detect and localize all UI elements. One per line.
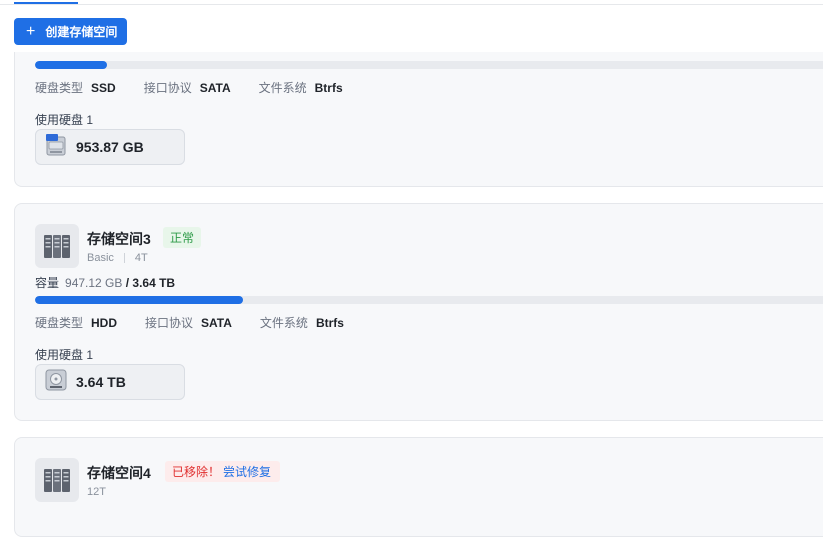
capacity-total: / 3.64 TB <box>125 276 176 290</box>
filesystem-value: Btrfs <box>315 315 344 330</box>
capacity-progress-fill <box>35 296 243 304</box>
protocol-key: 接口协议 <box>143 81 192 95</box>
capacity-text: 容量 947.12 GB / 3.64 TB <box>35 274 175 291</box>
used-disks-label: 使用硬盘 1 <box>35 113 94 127</box>
pool-mode: Basic <box>87 252 114 264</box>
disk-type-value: HDD <box>91 315 118 330</box>
pool-properties: 硬盘类型 HDD 接口协议 SATA 文件系统 Btrfs <box>35 314 372 331</box>
disk-size: 953.87 GB <box>76 139 144 155</box>
pool-size-tag: 12T <box>87 486 106 498</box>
ssd-icon <box>45 133 67 162</box>
disk-type-key: 硬盘类型 <box>35 81 84 95</box>
disk-size: 3.64 TB <box>76 374 126 390</box>
used-disks-label: 使用硬盘 1 <box>35 348 94 362</box>
storage-pool-card: 存储空间4 已移除！ 尝试修复 12T <box>14 437 823 537</box>
protocol-value: SATA <box>201 315 232 330</box>
active-tab-indicator <box>14 2 78 4</box>
top-tab-bar <box>0 0 823 5</box>
storage-pool-icon <box>35 224 79 268</box>
pool-name: 存储空间4 <box>87 465 151 481</box>
storage-pool-card: 硬盘类型 SSD 接口协议 SATA 文件系统 Btrfs 使用硬盘 1 953… <box>14 52 823 187</box>
capacity-label: 容量 <box>35 276 60 290</box>
disk-type-value: SSD <box>91 80 116 95</box>
plus-icon: + <box>26 22 36 40</box>
pool-name: 存储空间3 <box>87 231 151 247</box>
filesystem-key: 文件系统 <box>259 316 308 330</box>
capacity-used: 947.12 GB <box>65 276 123 290</box>
disk-chip[interactable]: 953.87 GB <box>35 129 185 165</box>
pool-properties: 硬盘类型 SSD 接口协议 SATA 文件系统 Btrfs <box>35 79 371 96</box>
pool-size-tag: 4T <box>134 252 148 264</box>
storage-pool-icon <box>35 458 79 502</box>
retry-repair-link[interactable]: 尝试修复 <box>223 463 271 480</box>
filesystem-key: 文件系统 <box>258 81 307 95</box>
protocol-value: SATA <box>199 80 231 95</box>
filesystem-value: Btrfs <box>314 80 343 95</box>
capacity-progress-bar <box>35 61 823 69</box>
disk-type-key: 硬盘类型 <box>35 316 84 330</box>
create-storage-pool-label: 创建存储空间 <box>45 25 118 39</box>
hdd-icon <box>45 369 67 396</box>
storage-pool-card: 存储空间3 正常 Basic 4T 容量 947.12 GB / 3.64 TB … <box>14 203 823 421</box>
status-badge: 正常 <box>163 227 202 248</box>
meta-divider <box>123 253 125 263</box>
create-storage-pool-button[interactable]: + 创建存储空间 <box>14 18 128 45</box>
capacity-progress-fill <box>35 61 107 69</box>
pool-meta: 12T <box>87 486 106 498</box>
pool-meta: Basic 4T <box>87 252 148 264</box>
protocol-key: 接口协议 <box>145 316 194 330</box>
disk-chip[interactable]: 3.64 TB <box>35 364 185 400</box>
capacity-progress-bar <box>35 296 823 304</box>
